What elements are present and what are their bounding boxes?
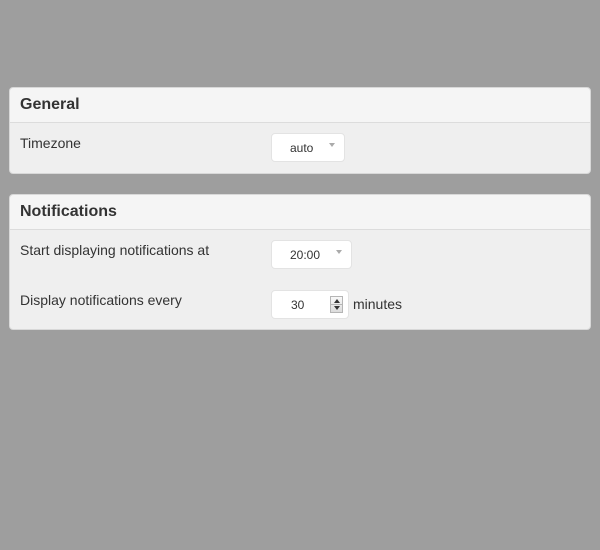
chevron-down-icon (329, 143, 335, 147)
start-time-value: 20:00 (290, 247, 321, 262)
interval-value: 30 (291, 298, 305, 312)
stepper-buttons (330, 296, 343, 313)
start-time-label: Start displaying notifications at (20, 242, 210, 258)
start-time-select[interactable]: 20:00 (271, 240, 352, 269)
interval-label: Display notifications every (20, 292, 182, 308)
notifications-heading: Notifications (10, 195, 590, 230)
arrow-down-icon[interactable] (334, 306, 340, 310)
timezone-row: Timezone auto (10, 123, 590, 173)
stepper-divider (331, 304, 342, 305)
interval-row: Display notifications every 30 minutes (10, 280, 590, 330)
chevron-down-icon (336, 250, 342, 254)
arrow-up-icon[interactable] (334, 299, 340, 303)
timezone-value: auto (290, 140, 314, 155)
interval-stepper[interactable]: 30 (271, 290, 349, 319)
timezone-label: Timezone (20, 135, 81, 151)
notifications-panel: Notifications Start displaying notificat… (9, 194, 591, 330)
general-heading: General (10, 88, 590, 123)
general-panel: General Timezone auto (9, 87, 591, 174)
timezone-select[interactable]: auto (271, 133, 345, 162)
interval-unit-label: minutes (353, 296, 403, 312)
start-time-row: Start displaying notifications at 20:00 (10, 230, 590, 280)
